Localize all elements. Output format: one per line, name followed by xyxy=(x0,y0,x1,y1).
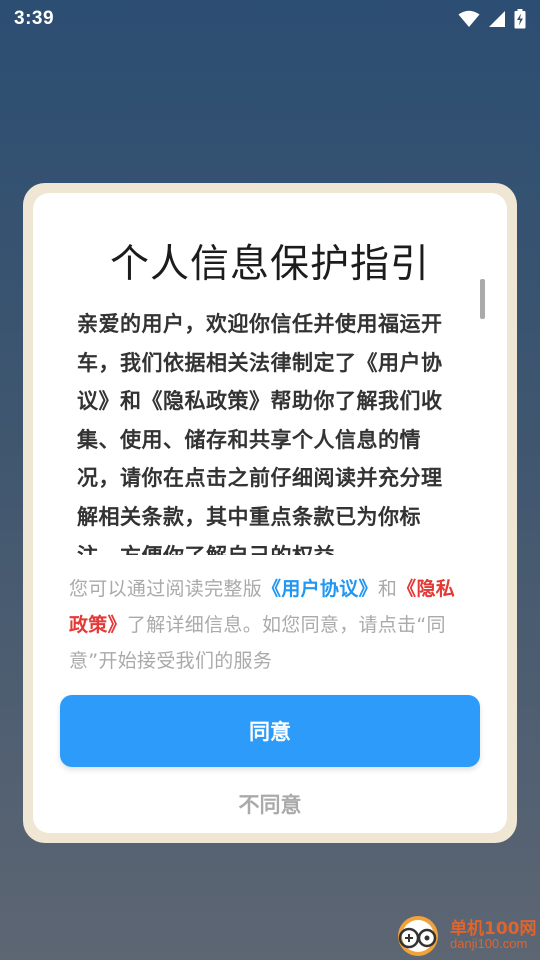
status-time: 3:39 xyxy=(14,8,55,29)
battery-charging-icon xyxy=(514,9,526,29)
disagree-button[interactable]: 不同意 xyxy=(33,789,507,819)
danji-logo-icon xyxy=(398,916,438,956)
user-agreement-link[interactable]: 《用户协议》 xyxy=(262,578,378,600)
dialog-title: 个人信息保护指引 xyxy=(109,242,430,287)
cell-signal-icon xyxy=(489,11,505,27)
scrollbar-thumb[interactable] xyxy=(480,279,485,319)
notice-prefix: 您可以通过阅读完整版 xyxy=(69,578,263,600)
status-bar: 3:39 xyxy=(0,0,540,38)
watermark: 单机100网 danji100.com xyxy=(392,912,540,960)
notice-middle: 和 xyxy=(377,578,398,600)
dialog-body-scroll[interactable]: 亲爱的用户，欢迎你信任并使用福运开车，我们依据相关法律制定了《用户协议》和《隐私… xyxy=(33,305,507,555)
privacy-dialog: 个人信息保护指引 亲爱的用户，欢迎你信任并使用福运开车，我们依据相关法律制定了《… xyxy=(23,183,517,843)
dialog-content: 个人信息保护指引 亲爱的用户，欢迎你信任并使用福运开车，我们依据相关法律制定了《… xyxy=(33,193,507,833)
dialog-body-text: 亲爱的用户，欢迎你信任并使用福运开车，我们依据相关法律制定了《用户协议》和《隐私… xyxy=(77,312,443,555)
watermark-url: danji100.com xyxy=(450,936,528,951)
wifi-icon xyxy=(458,10,480,27)
consent-notice: 您可以通过阅读完整版《用户协议》和《隐私政策》了解详细信息。如您同意，请点击“同… xyxy=(69,571,467,679)
agree-button[interactable]: 同意 xyxy=(60,695,480,767)
status-icons xyxy=(458,9,526,29)
